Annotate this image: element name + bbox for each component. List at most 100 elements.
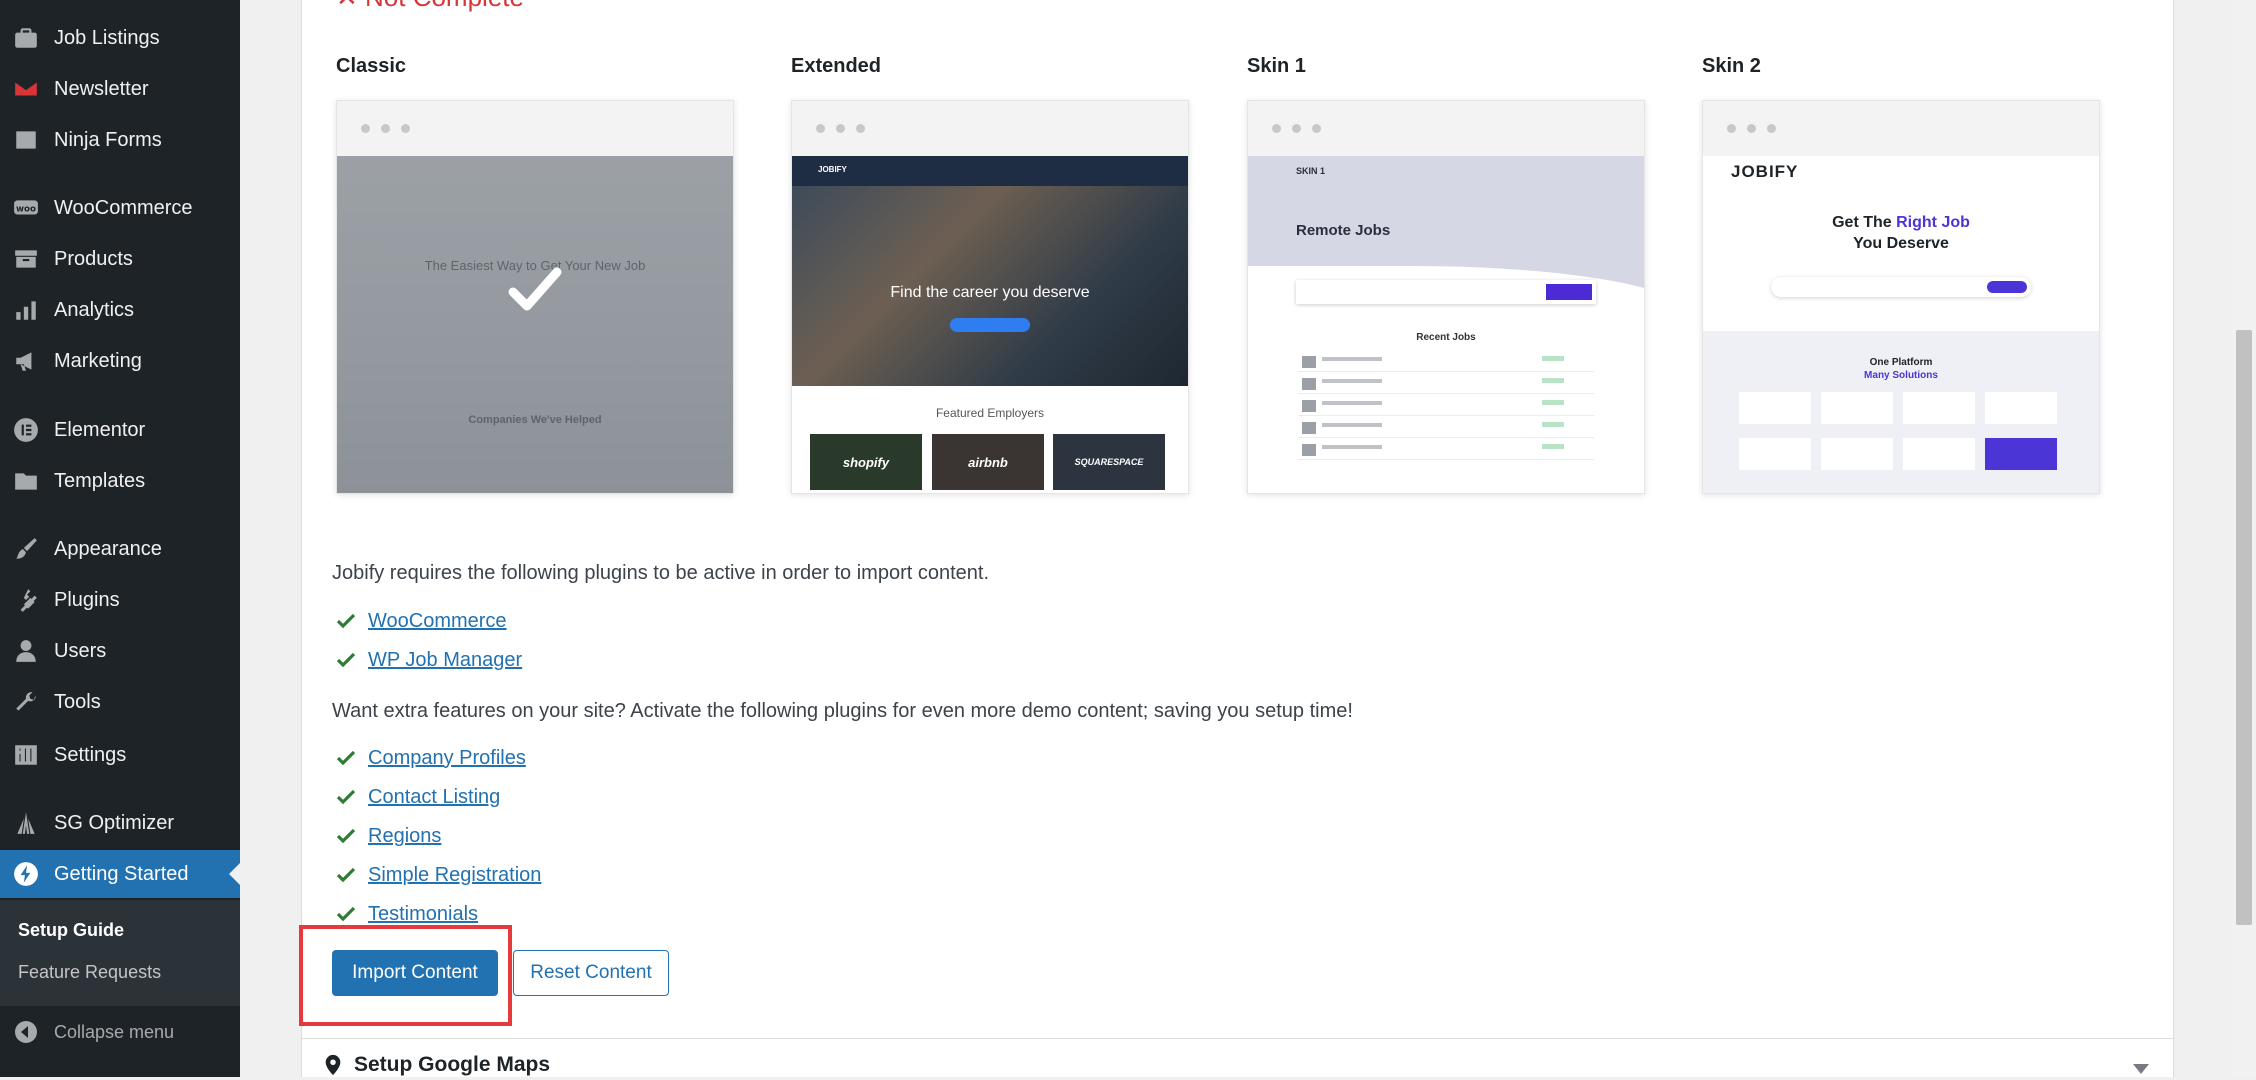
paintbrush-icon bbox=[12, 535, 40, 563]
plugin-item-woocommerce: WooCommerce bbox=[336, 609, 507, 633]
window-dot bbox=[1767, 124, 1776, 133]
sg-optimizer-icon bbox=[12, 809, 40, 837]
sidebar-item-templates[interactable]: Templates bbox=[0, 457, 240, 505]
preview-logo-airbnb: airbnb bbox=[932, 434, 1044, 490]
submenu-setup-guide[interactable]: Setup Guide bbox=[18, 920, 124, 941]
plugin-link-woocommerce[interactable]: WooCommerce bbox=[368, 610, 507, 633]
sidebar-item-label: Templates bbox=[54, 469, 146, 492]
preview-search-button bbox=[1987, 281, 2027, 293]
briefcase-icon bbox=[12, 24, 40, 52]
preview-brand: JOBIFY bbox=[818, 165, 847, 174]
submenu-feature-requests[interactable]: Feature Requests bbox=[18, 962, 161, 983]
form-icon bbox=[12, 126, 40, 154]
plugin-link-wp-job-manager[interactable]: WP Job Manager bbox=[368, 649, 522, 672]
plugin-link-regions[interactable]: Regions bbox=[368, 825, 441, 848]
window-dot bbox=[1272, 124, 1281, 133]
sidebar-item-getting-started[interactable]: Getting Started bbox=[0, 850, 240, 898]
window-dot bbox=[401, 124, 410, 133]
sidebar-item-label: Analytics bbox=[54, 298, 135, 321]
sidebar-item-sg-optimizer[interactable]: SG Optimizer bbox=[0, 799, 240, 847]
sidebar-item-label: Getting Started bbox=[54, 862, 189, 885]
setup-google-maps-section[interactable]: Setup Google Maps bbox=[322, 1050, 550, 1080]
sidebar-item-job-listings[interactable]: Job Listings bbox=[0, 14, 240, 62]
collapse-menu-label: Collapse menu bbox=[54, 1021, 175, 1042]
selected-overlay bbox=[337, 156, 733, 493]
section-divider bbox=[302, 1038, 2173, 1039]
sidebar-item-label: Marketing bbox=[54, 349, 142, 372]
preview-logo-squarespace: SQUARESPACE bbox=[1053, 434, 1165, 490]
sidebar-item-newsletter[interactable]: Newsletter bbox=[0, 65, 240, 113]
preview-search bbox=[1296, 280, 1596, 304]
collapse-menu-button[interactable]: Collapse menu bbox=[0, 1010, 240, 1054]
reset-content-button[interactable]: Reset Content bbox=[513, 950, 669, 996]
preview-tile bbox=[1739, 438, 1811, 470]
megaphone-icon bbox=[12, 347, 40, 375]
sidebar-item-woocommerce[interactable]: woo WooCommerce bbox=[0, 184, 240, 232]
plugin-link-contact-listing[interactable]: Contact Listing bbox=[368, 786, 500, 809]
window-dot bbox=[1727, 124, 1736, 133]
sidebar-item-plugins[interactable]: Plugins bbox=[0, 576, 240, 624]
sidebar-item-users[interactable]: Users bbox=[0, 627, 240, 675]
lightning-icon bbox=[12, 860, 40, 888]
sliders-icon bbox=[12, 741, 40, 769]
preview-brand: SKIN 1 bbox=[1296, 166, 1326, 176]
sidebar-item-label: Newsletter bbox=[54, 77, 149, 100]
browser-bar bbox=[1248, 101, 1644, 156]
demo-title-skin-2: Skin 2 bbox=[1702, 55, 1761, 77]
preview-search bbox=[1771, 277, 2031, 297]
plugin-item-testimonials: Testimonials bbox=[336, 902, 478, 926]
woocommerce-icon: woo bbox=[12, 194, 40, 222]
check-icon bbox=[336, 789, 356, 805]
sidebar-item-ninja-forms[interactable]: Ninja Forms bbox=[0, 116, 240, 164]
plugin-item-wp-job-manager: WP Job Manager bbox=[336, 648, 522, 672]
sidebar-item-label: WooCommerce bbox=[54, 196, 193, 219]
sidebar-item-analytics[interactable]: Analytics bbox=[0, 286, 240, 334]
collapse-arrow-icon bbox=[12, 1018, 40, 1046]
preview-job-row bbox=[1298, 353, 1594, 372]
demo-card-extended[interactable]: JOBIFY Find the career you deserve Featu… bbox=[791, 100, 1189, 494]
preview-headline: Find the career you deserve bbox=[890, 284, 1090, 301]
demo-title-skin-1: Skin 1 bbox=[1247, 55, 1306, 77]
chevron-down-icon[interactable] bbox=[2133, 1064, 2149, 1074]
check-icon bbox=[336, 613, 356, 629]
sidebar-item-marketing[interactable]: Marketing bbox=[0, 337, 240, 385]
sidebar-item-label: Elementor bbox=[54, 418, 146, 441]
sidebar-item-elementor[interactable]: Elementor bbox=[0, 406, 240, 454]
plugin-link-simple-registration[interactable]: Simple Registration bbox=[368, 864, 541, 887]
preview-tile bbox=[1903, 438, 1975, 470]
preview-classic: The Easiest Way to Get Your New Job Comp… bbox=[337, 156, 733, 493]
browser-bar bbox=[792, 101, 1188, 156]
sidebar-item-tools[interactable]: Tools bbox=[0, 678, 240, 726]
import-content-button[interactable]: Import Content bbox=[332, 950, 498, 996]
sidebar-item-label: SG Optimizer bbox=[54, 811, 175, 834]
preview-tile bbox=[1985, 392, 2057, 424]
demo-card-skin-1[interactable]: SKIN 1 Remote Jobs Recent Jobs bbox=[1247, 100, 1645, 494]
check-icon bbox=[336, 867, 356, 883]
archive-icon bbox=[12, 245, 40, 273]
plugin-link-company-profiles[interactable]: Company Profiles bbox=[368, 747, 526, 770]
preview-job-row bbox=[1298, 441, 1594, 460]
check-icon bbox=[336, 828, 356, 844]
section-title: Setup Google Maps bbox=[354, 1053, 551, 1076]
sidebar-item-appearance[interactable]: Appearance bbox=[0, 525, 240, 573]
preview-brand: JOBIFY bbox=[1731, 162, 1799, 181]
map-pin-icon bbox=[325, 1054, 341, 1076]
admin-sidebar: Job Listings Newsletter Ninja Forms woo … bbox=[0, 0, 240, 1077]
sidebar-item-products[interactable]: Products bbox=[0, 235, 240, 283]
preview-search-button bbox=[1546, 284, 1592, 300]
user-icon bbox=[12, 637, 40, 665]
sidebar-item-label: Users bbox=[54, 639, 107, 662]
demo-card-skin-2[interactable]: JOBIFY Get The Right Job You Deserve One… bbox=[1702, 100, 2100, 494]
sidebar-item-settings[interactable]: Settings bbox=[0, 731, 240, 779]
plugin-link-testimonials[interactable]: Testimonials bbox=[368, 903, 478, 926]
extra-plugins-text: Want extra features on your site? Activa… bbox=[332, 700, 1353, 722]
preview-job-row bbox=[1298, 419, 1594, 438]
selected-check-icon bbox=[508, 267, 562, 311]
browser-bar bbox=[1703, 101, 2099, 156]
folder-icon bbox=[12, 467, 40, 495]
sidebar-item-label: Appearance bbox=[54, 537, 162, 560]
window-dot bbox=[361, 124, 370, 133]
demo-card-classic[interactable]: The Easiest Way to Get Your New Job Comp… bbox=[336, 100, 734, 494]
preview-job-row bbox=[1298, 375, 1594, 394]
scrollbar-thumb[interactable] bbox=[2236, 330, 2252, 925]
